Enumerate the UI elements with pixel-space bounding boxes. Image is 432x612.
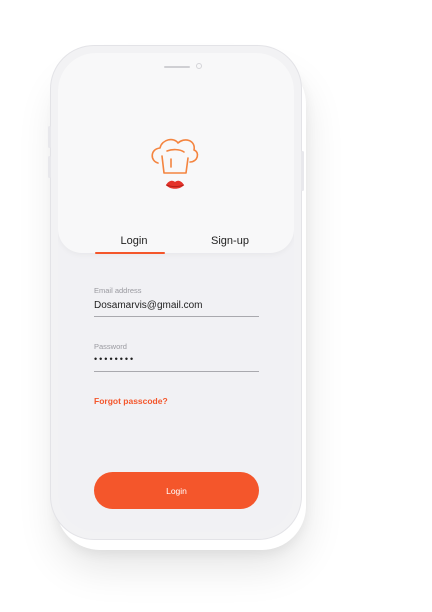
email-field[interactable]: Dosamarvis@gmail.com [94, 300, 203, 311]
phone-frame: Login Sign-up Email address Dosamarvis@g… [48, 45, 304, 540]
mockup-stage: Login Sign-up Email address Dosamarvis@g… [0, 0, 432, 612]
password-underline [94, 371, 259, 372]
app-screen: Login Sign-up Email address Dosamarvis@g… [58, 53, 294, 532]
volume-button [48, 156, 51, 178]
active-tab-indicator [95, 252, 165, 254]
password-field[interactable]: •••••••• [94, 354, 135, 364]
power-button [301, 151, 304, 191]
email-label: Email address [94, 286, 142, 295]
camera-icon [196, 63, 202, 69]
header-card: Login Sign-up [58, 53, 294, 254]
login-button[interactable]: Login [94, 472, 259, 509]
chef-hat-lips-logo-icon [151, 138, 199, 189]
tab-login[interactable]: Login [99, 235, 169, 247]
volume-button [48, 126, 51, 148]
email-underline [94, 316, 259, 317]
forgot-passcode-link[interactable]: Forgot passcode? [94, 396, 168, 406]
speaker-icon [164, 66, 190, 68]
tab-signup[interactable]: Sign-up [195, 235, 265, 247]
password-label: Password [94, 342, 127, 351]
